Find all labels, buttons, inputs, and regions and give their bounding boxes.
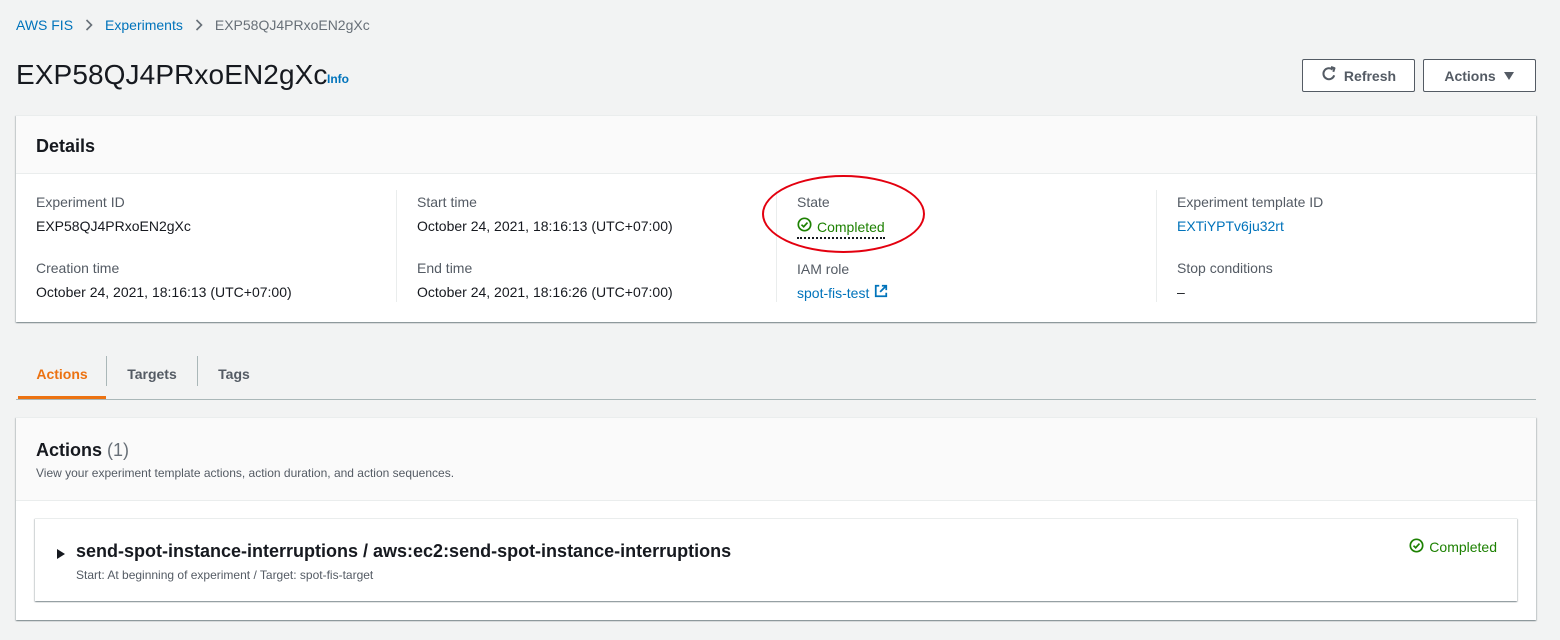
state-status-indicator: Completed [797, 217, 885, 239]
experiment-id-value: EXP58QJ4PRxoEN2gXc [36, 218, 191, 234]
details-panel: Details Experiment ID EXP58QJ4PRxoEN2gXc… [16, 115, 1536, 322]
caret-right-icon[interactable] [56, 546, 66, 559]
refresh-icon [1321, 66, 1337, 85]
details-column-2: Start time October 24, 2021, 18:16:13 (U… [417, 190, 777, 302]
success-check-icon [1409, 538, 1424, 556]
template-id-link[interactable]: EXTiYPTv6ju32rt [1177, 217, 1323, 235]
stop-conditions-field: Stop conditions – [1177, 259, 1273, 301]
template-id-label: Experiment template ID [1177, 194, 1324, 210]
actions-dropdown-button[interactable]: Actions [1423, 59, 1536, 92]
refresh-button[interactable]: Refresh [1302, 59, 1415, 92]
column-divider [396, 190, 397, 302]
actions-panel: Actions (1) View your experiment templat… [16, 417, 1536, 620]
column-divider [776, 190, 777, 302]
iam-role-label: IAM role [797, 261, 850, 277]
experiment-id-label: Experiment ID [36, 194, 125, 210]
action-item[interactable]: send-spot-instance-interruptions / aws:e… [35, 518, 1517, 601]
tab-actions[interactable]: Actions [18, 349, 106, 399]
actions-count: (1) [107, 440, 130, 460]
state-field: State Completed [797, 193, 885, 239]
start-time-value: October 24, 2021, 18:16:13 (UTC+07:00) [417, 218, 673, 234]
state-label: State [797, 194, 830, 210]
state-value-row: Completed [797, 217, 885, 239]
stop-conditions-value: – [1177, 284, 1185, 300]
details-title: Details [36, 136, 96, 156]
start-time-label: Start time [417, 194, 477, 210]
details-column-1: Experiment ID EXP58QJ4PRxoEN2gXc Creatio… [36, 190, 396, 302]
iam-role-link[interactable]: spot-fis-test [797, 284, 888, 302]
end-time-value: October 24, 2021, 18:16:26 (UTC+07:00) [417, 284, 673, 300]
creation-time-label: Creation time [36, 260, 120, 276]
caret-down-icon [1503, 68, 1515, 84]
state-value: Completed [817, 218, 885, 235]
creation-time-field: Creation time October 24, 2021, 18:16:13… [36, 259, 292, 301]
iam-role-field: IAM role spot-fis-test [797, 260, 888, 302]
action-item-subtitle: Start: At beginning of experiment / Targ… [76, 568, 374, 582]
actions-button-label: Actions [1444, 67, 1496, 84]
tab-tags[interactable]: Tags [198, 349, 270, 399]
action-item-status-text: Completed [1429, 539, 1497, 555]
breadcrumb-experiments[interactable]: Experiments [105, 17, 183, 33]
actions-description: View your experiment template actions, a… [36, 466, 455, 480]
page-title: EXP58QJ4PRxoEN2gXc [16, 59, 328, 90]
breadcrumb-aws-fis[interactable]: AWS FIS [16, 17, 73, 33]
action-item-status: Completed [1409, 538, 1497, 556]
actions-panel-title: Actions (1) [36, 439, 129, 461]
action-item-name[interactable]: send-spot-instance-interruptions / aws:e… [76, 540, 731, 562]
success-check-icon [797, 217, 812, 236]
column-divider [1156, 190, 1157, 302]
details-column-4: Experiment template ID EXTiYPTv6ju32rt S… [1177, 190, 1517, 302]
details-header: Details [16, 116, 1536, 174]
info-link[interactable]: Info [327, 72, 349, 86]
end-time-field: End time October 24, 2021, 18:16:26 (UTC… [417, 259, 673, 301]
iam-role-value-row: spot-fis-test [797, 284, 888, 302]
template-id-field: Experiment template ID EXTiYPTv6ju32rt [1177, 193, 1323, 235]
end-time-label: End time [417, 260, 473, 276]
chevron-right-icon [85, 19, 93, 31]
chevron-right-icon [195, 19, 203, 31]
details-column-3: State Completed IAM role spot-fis-test [797, 190, 1157, 302]
start-time-field: Start time October 24, 2021, 18:16:13 (U… [417, 193, 673, 235]
external-link-icon [874, 284, 888, 302]
stop-conditions-label: Stop conditions [1177, 260, 1273, 276]
tab-bar: Actions Targets Tags [16, 349, 1536, 400]
breadcrumb-current: EXP58QJ4PRxoEN2gXc [214, 17, 370, 33]
actions-panel-header: Actions (1) View your experiment templat… [16, 418, 1536, 501]
iam-role-value: spot-fis-test [797, 285, 870, 301]
actions-title-text: Actions [36, 440, 103, 460]
breadcrumb: AWS FIS Experiments EXP58QJ4PRxoEN2gXc [16, 16, 370, 34]
creation-time-value: October 24, 2021, 18:16:13 (UTC+07:00) [36, 284, 292, 300]
refresh-button-label: Refresh [1343, 67, 1397, 84]
tab-targets[interactable]: Targets [107, 349, 197, 399]
experiment-id-field: Experiment ID EXP58QJ4PRxoEN2gXc [36, 193, 191, 235]
